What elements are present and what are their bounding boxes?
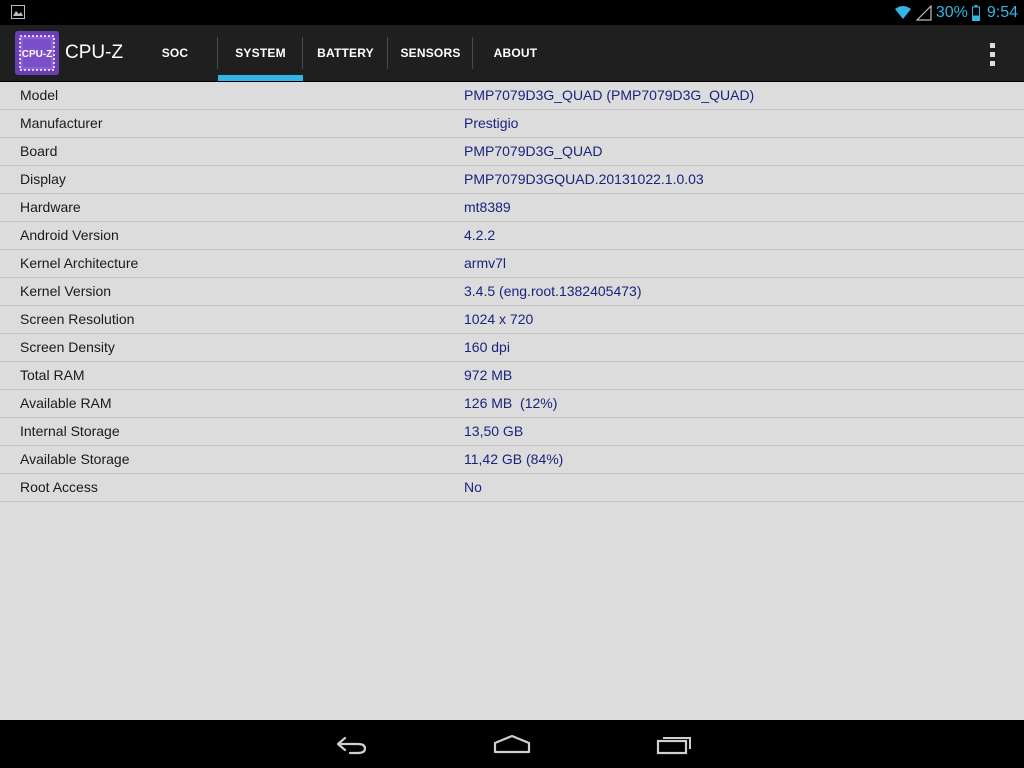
system-info-list: Model PMP7079D3G_QUAD (PMP7079D3G_QUAD) … bbox=[0, 82, 1024, 720]
cpu-z-chip-icon: CPU-Z bbox=[15, 31, 59, 75]
status-icons: 30% 9:54 bbox=[891, 0, 1018, 25]
navigation-bar bbox=[0, 720, 1024, 768]
info-key: Hardware bbox=[20, 199, 81, 215]
info-value: 972 MB bbox=[464, 367, 513, 383]
info-key: Board bbox=[20, 143, 58, 159]
info-value: PMP7079D3G_QUAD bbox=[464, 143, 603, 159]
info-value: 4.2.2 bbox=[464, 227, 496, 243]
home-icon[interactable] bbox=[492, 732, 532, 756]
info-key: Kernel Version bbox=[20, 283, 112, 299]
tab-battery[interactable]: BATTERY bbox=[303, 25, 388, 81]
info-row-root-access: Root Access No bbox=[0, 474, 1024, 502]
status-bar: 30% 9:54 bbox=[0, 0, 1024, 25]
tab-about[interactable]: ABOUT bbox=[473, 25, 558, 81]
back-icon[interactable] bbox=[330, 732, 370, 756]
info-value: Prestigio bbox=[464, 115, 519, 131]
info-key: Root Access bbox=[20, 479, 98, 495]
tab-system[interactable]: SYSTEM bbox=[218, 25, 303, 81]
info-row-hardware: Hardware mt8389 bbox=[0, 194, 1024, 222]
info-key: Screen Resolution bbox=[20, 311, 135, 327]
info-key: Screen Density bbox=[20, 339, 115, 355]
tab-bar: SOC SYSTEM BATTERY SENSORS ABOUT bbox=[132, 25, 558, 81]
info-row-board: Board PMP7079D3G_QUAD bbox=[0, 138, 1024, 166]
tab-label: SENSORS bbox=[400, 46, 461, 60]
info-row-manufacturer: Manufacturer Prestigio bbox=[0, 110, 1024, 138]
info-key: Android Version bbox=[20, 227, 119, 243]
battery-percent: 30% bbox=[935, 3, 968, 21]
info-value: 11,42 GB (84%) bbox=[464, 451, 564, 467]
recent-apps-icon[interactable] bbox=[654, 732, 694, 756]
battery-icon bbox=[971, 4, 980, 21]
info-value: PMP7079D3GQUAD.20131022.1.0.03 bbox=[464, 171, 704, 187]
info-key: Available RAM bbox=[20, 395, 112, 411]
device-screen: 30% 9:54 CPU-Z CPU-Z SOC SYSTEM BATTERY … bbox=[0, 0, 1024, 768]
overflow-menu-icon[interactable] bbox=[982, 41, 1002, 67]
wifi-icon bbox=[894, 5, 911, 19]
info-row-kernel-version: Kernel Version 3.4.5 (eng.root.138240547… bbox=[0, 278, 1024, 306]
image-notification-icon bbox=[11, 5, 25, 19]
tab-label: SYSTEM bbox=[235, 46, 286, 60]
signal-icon bbox=[915, 4, 932, 21]
info-row-model: Model PMP7079D3G_QUAD (PMP7079D3G_QUAD) bbox=[0, 82, 1024, 110]
info-value: armv7l bbox=[464, 255, 507, 271]
info-key: Total RAM bbox=[20, 367, 85, 383]
info-row-total-ram: Total RAM 972 MB bbox=[0, 362, 1024, 390]
info-value: 13,50 GB bbox=[464, 423, 524, 439]
info-key: Internal Storage bbox=[20, 423, 120, 439]
info-key: Manufacturer bbox=[20, 115, 103, 131]
info-key: Display bbox=[20, 171, 66, 187]
info-row-display: Display PMP7079D3GQUAD.20131022.1.0.03 bbox=[0, 166, 1024, 194]
info-row-android-version: Android Version 4.2.2 bbox=[0, 222, 1024, 250]
info-value: 160 dpi bbox=[464, 339, 510, 355]
info-value: 126 MB (12%) bbox=[464, 395, 558, 411]
info-row-available-storage: Available Storage 11,42 GB (84%) bbox=[0, 446, 1024, 474]
info-key: Available Storage bbox=[20, 451, 130, 467]
tab-label: BATTERY bbox=[317, 46, 374, 60]
info-value: 1024 x 720 bbox=[464, 311, 534, 327]
action-bar: CPU-Z CPU-Z SOC SYSTEM BATTERY SENSORS A… bbox=[0, 25, 1024, 82]
app-icon-label: CPU-Z bbox=[22, 49, 53, 60]
info-row-screen-resolution: Screen Resolution 1024 x 720 bbox=[0, 306, 1024, 334]
info-row-available-ram: Available RAM 126 MB (12%) bbox=[0, 390, 1024, 418]
tab-label: ABOUT bbox=[493, 46, 538, 60]
info-row-internal-storage: Internal Storage 13,50 GB bbox=[0, 418, 1024, 446]
clock: 9:54 bbox=[986, 3, 1018, 21]
info-key: Model bbox=[20, 87, 59, 103]
tab-sensors[interactable]: SENSORS bbox=[388, 25, 473, 81]
tab-label: SOC bbox=[161, 46, 189, 60]
info-value: PMP7079D3G_QUAD (PMP7079D3G_QUAD) bbox=[464, 87, 755, 103]
info-row-kernel-architecture: Kernel Architecture armv7l bbox=[0, 250, 1024, 278]
info-key: Kernel Architecture bbox=[20, 255, 139, 271]
info-value: mt8389 bbox=[464, 199, 511, 215]
info-value: 3.4.5 (eng.root.1382405473) bbox=[464, 283, 642, 299]
app-title: CPU-Z bbox=[65, 42, 124, 63]
info-row-screen-density: Screen Density 160 dpi bbox=[0, 334, 1024, 362]
tab-soc[interactable]: SOC bbox=[132, 25, 218, 81]
info-value: No bbox=[464, 479, 482, 495]
